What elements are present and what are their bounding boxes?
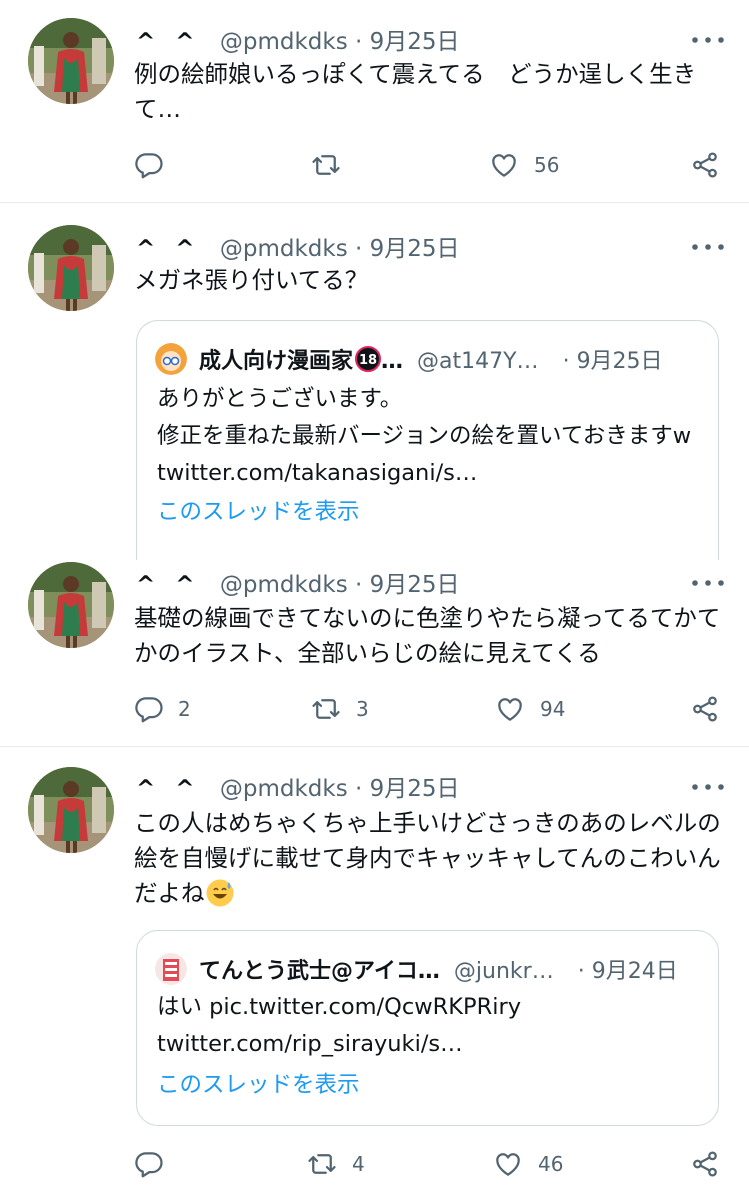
share-icon	[690, 1149, 720, 1179]
quoted-avatar[interactable]	[155, 343, 187, 375]
handle[interactable]: @pmdkdks	[220, 572, 348, 598]
reply-count: 2	[178, 697, 191, 721]
tweet[interactable]: ^ ^ @pmdkdks · 9月25日 例の絵師娘いるっぽくて震えてる どうか…	[0, 0, 749, 202]
quoted-avatar[interactable]	[155, 953, 187, 985]
handle[interactable]: @pmdkdks	[220, 776, 348, 802]
reply-button[interactable]	[134, 150, 178, 180]
quoted-display-name: 成人向け漫画家 18…	[199, 346, 404, 374]
meta-dot: ·	[562, 349, 570, 374]
tweet[interactable]: ^ ^ @pmdkdks · 9月25日 メガネ張り付いてる？ 成人向け漫画家 1…	[0, 203, 749, 560]
like-count: 46	[538, 1152, 564, 1176]
quoted-name-ellipsis: …	[381, 349, 404, 374]
r18-badge: 18	[355, 346, 382, 372]
tweet[interactable]: ^ ^ @pmdkdks · 9月25日 この人はめちゃくちゃ上手いけどさっきの…	[0, 747, 749, 1200]
quoted-text: ありがとうございます。 修正を重ねた最新バージョンの絵を置いておきますw twi…	[157, 386, 692, 486]
share-button[interactable]	[690, 694, 720, 724]
sweat-smile-emoji	[206, 879, 233, 906]
avatar[interactable]	[28, 562, 114, 648]
retweet-button[interactable]: 4	[306, 1149, 365, 1179]
quoted-tweet-header: てんとう武士@アイコ… @junkr… · 9月24日	[155, 953, 678, 988]
retweet-icon	[310, 694, 342, 724]
share-button[interactable]	[690, 1149, 720, 1179]
more-icon[interactable]	[690, 777, 726, 797]
retweet-count: 3	[356, 697, 369, 721]
reply-icon	[134, 150, 164, 180]
tweet-text: 例の絵師娘いるっぽくて震えてる どうか逞しく生きて…	[134, 60, 697, 123]
share-icon	[690, 694, 720, 724]
more-icon[interactable]	[690, 30, 726, 50]
retweet-button[interactable]	[310, 150, 356, 180]
tweet-text: メガネ張り付いてる？	[134, 266, 369, 294]
tweet-meta: ^ ^ @pmdkdks · 9月25日	[136, 769, 460, 803]
share-icon	[690, 150, 720, 180]
retweet-button[interactable]: 3	[310, 694, 369, 724]
tweet-meta: ^ ^ @pmdkdks · 9月25日	[136, 229, 460, 263]
meta-dot: ·	[355, 29, 363, 55]
tweet-text: 基礎の線画できてないのに色塗りやたら凝ってるてかてかのイラスト、全部いらじの絵に…	[134, 604, 721, 667]
like-icon	[492, 1149, 524, 1179]
like-icon	[488, 150, 520, 180]
quoted-name-text: 成人向け漫画家	[199, 349, 354, 374]
more-icon[interactable]	[690, 237, 726, 257]
like-button[interactable]: 94	[494, 694, 565, 724]
quoted-date: 9月25日	[576, 349, 663, 374]
quoted-display-name: てんとう武士@アイコ…	[199, 959, 440, 984]
tweet-meta: ^ ^ @pmdkdks · 9月25日	[136, 565, 460, 599]
reply-button[interactable]	[134, 1149, 178, 1179]
handle[interactable]: @pmdkdks	[220, 29, 348, 55]
handle[interactable]: @pmdkdks	[220, 236, 348, 262]
meta-dot: ·	[355, 572, 363, 598]
display-name[interactable]: ^ ^	[136, 29, 201, 55]
tweet-date[interactable]: 9月25日	[370, 29, 460, 55]
retweet-icon	[310, 150, 342, 180]
like-count: 94	[540, 697, 566, 721]
quoted-date: 9月24日	[591, 959, 678, 984]
quoted-text: はい pic.twitter.com/QcwRKPRiry twitter.co…	[157, 994, 522, 1057]
quoted-tweet[interactable]: 成人向け漫画家 18… @at147Y… · 9月25日 ありがとうございます。 修正…	[136, 320, 719, 560]
tweet-date[interactable]: 9月25日	[370, 236, 460, 262]
retweet-count: 4	[352, 1152, 365, 1176]
retweet-icon	[306, 1149, 338, 1179]
quoted-handle: @junkr…	[453, 959, 554, 984]
tweet-date[interactable]: 9月25日	[370, 572, 460, 598]
meta-dot: ·	[355, 236, 363, 262]
like-button[interactable]: 46	[492, 1149, 563, 1179]
like-count: 56	[534, 153, 560, 177]
reply-icon	[134, 694, 164, 724]
meta-dot: ·	[577, 959, 585, 984]
tweet-meta: ^ ^ @pmdkdks · 9月25日	[136, 22, 460, 56]
reply-icon	[134, 1149, 164, 1179]
avatar[interactable]	[28, 767, 114, 853]
quoted-tweet[interactable]: てんとう武士@アイコ… @junkr… · 9月24日 はい pic.twitter…	[136, 930, 719, 1126]
share-button[interactable]	[690, 150, 720, 180]
more-icon[interactable]	[690, 573, 726, 593]
avatar[interactable]	[28, 225, 114, 311]
display-name[interactable]: ^ ^	[136, 236, 201, 262]
tweet[interactable]: ^ ^ @pmdkdks · 9月25日 基礎の線画できてないのに色塗りやたら凝…	[0, 548, 749, 746]
like-button[interactable]: 56	[488, 150, 559, 180]
quoted-tweet-header: 成人向け漫画家 18… @at147Y… · 9月25日	[155, 343, 663, 378]
show-thread-link[interactable]: このスレッドを表示	[157, 494, 360, 526]
like-icon	[494, 694, 526, 724]
tweet-date[interactable]: 9月25日	[370, 776, 460, 802]
display-name[interactable]: ^ ^	[136, 776, 201, 802]
tweet-text: この人はめちゃくちゃ上手いけどさっきのあのレベルの絵を自慢げに載せて身内でキャッ…	[134, 806, 724, 911]
display-name[interactable]: ^ ^	[136, 572, 201, 598]
avatar[interactable]	[28, 18, 114, 104]
meta-dot: ·	[355, 776, 363, 802]
quoted-handle: @at147Y…	[417, 349, 539, 374]
show-thread-link[interactable]: このスレッドを表示	[157, 1067, 360, 1099]
reply-button[interactable]: 2	[134, 694, 191, 724]
